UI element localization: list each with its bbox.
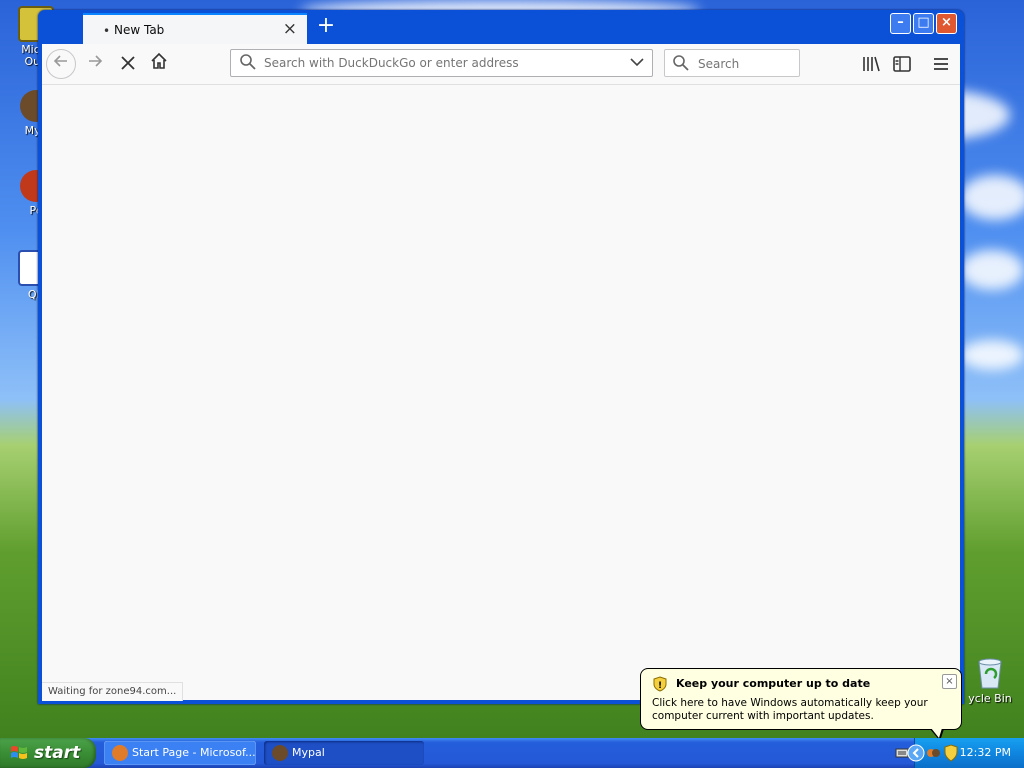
sidebar-icon[interactable] xyxy=(891,53,913,75)
search-input[interactable] xyxy=(696,56,795,72)
maximize-button[interactable]: □ xyxy=(913,13,934,34)
balloon-tail xyxy=(931,728,942,738)
update-notification-balloon[interactable]: ! Keep your computer up to date Click he… xyxy=(640,668,962,730)
library-icon[interactable] xyxy=(860,53,882,75)
tab-loading-dot: • xyxy=(103,24,111,38)
hamburger-menu-icon[interactable] xyxy=(930,53,952,75)
home-button[interactable] xyxy=(147,52,171,76)
desktop-icon-recycle-bin[interactable]: ycle Bin xyxy=(962,656,1018,705)
security-shield-icon: ! xyxy=(653,676,667,692)
taskbar: start Start Page - Microsof... Mypal 12:… xyxy=(0,738,1024,768)
recycle-bin-icon xyxy=(978,658,1002,689)
chevron-left-icon[interactable] xyxy=(907,744,925,762)
new-tab-button[interactable]: + xyxy=(314,15,338,39)
taskbar-button-mypal[interactable]: Mypal xyxy=(264,741,424,765)
title-bar[interactable]: • New Tab × + – □ × xyxy=(38,10,964,44)
balloon-title: Keep your computer up to date xyxy=(676,677,871,690)
desktop-icon-label: ycle Bin xyxy=(968,692,1012,705)
back-arrow-icon xyxy=(53,55,67,67)
start-button[interactable]: start xyxy=(0,738,96,768)
chevron-down-icon[interactable] xyxy=(628,53,646,71)
cloud xyxy=(960,340,1024,370)
browser-content: Waiting for zone94.com... xyxy=(42,44,960,701)
start-label: start xyxy=(34,743,81,763)
tab-close-icon[interactable]: × xyxy=(283,19,297,39)
tab-new-tab[interactable]: • New Tab × xyxy=(83,13,307,44)
balloon-text: Click here to have Windows automatically… xyxy=(652,697,928,722)
security-shield-icon[interactable] xyxy=(943,744,959,762)
search-icon xyxy=(240,54,256,70)
browser-window: • New Tab × + – □ × Search with DuckDuck… xyxy=(38,10,964,704)
stop-button[interactable] xyxy=(116,52,140,76)
back-button[interactable] xyxy=(46,49,76,79)
home-icon xyxy=(151,52,167,69)
url-bar[interactable] xyxy=(230,49,653,77)
windows-flag-icon xyxy=(11,746,27,759)
minimize-button[interactable]: – xyxy=(890,13,911,34)
search-bar[interactable] xyxy=(664,49,800,77)
taskbar-button-start-page[interactable]: Start Page - Microsof... xyxy=(104,741,256,765)
url-input[interactable] xyxy=(262,55,616,71)
network-icon[interactable] xyxy=(925,745,941,761)
status-bar: Waiting for zone94.com... xyxy=(42,682,184,701)
balloon-close-button[interactable]: × xyxy=(942,674,957,689)
cloud xyxy=(960,175,1024,220)
mypal-icon xyxy=(272,745,288,761)
forward-button[interactable] xyxy=(83,52,107,76)
forward-arrow-icon xyxy=(89,55,103,67)
clock: 12:32 PM xyxy=(959,746,1011,759)
tab-title: New Tab xyxy=(114,23,165,37)
taskbar-button-label: Start Page - Microsof... xyxy=(132,746,256,759)
svg-text:!: ! xyxy=(658,681,662,691)
stop-x-icon xyxy=(121,56,135,70)
nav-toolbar xyxy=(42,44,960,85)
search-icon xyxy=(673,55,689,71)
system-tray: 12:32 PM xyxy=(895,738,1024,768)
taskbar-button-label: Mypal xyxy=(292,746,325,759)
close-window-button[interactable]: × xyxy=(936,13,957,34)
cloud xyxy=(960,250,1024,290)
app-icon xyxy=(112,745,128,761)
